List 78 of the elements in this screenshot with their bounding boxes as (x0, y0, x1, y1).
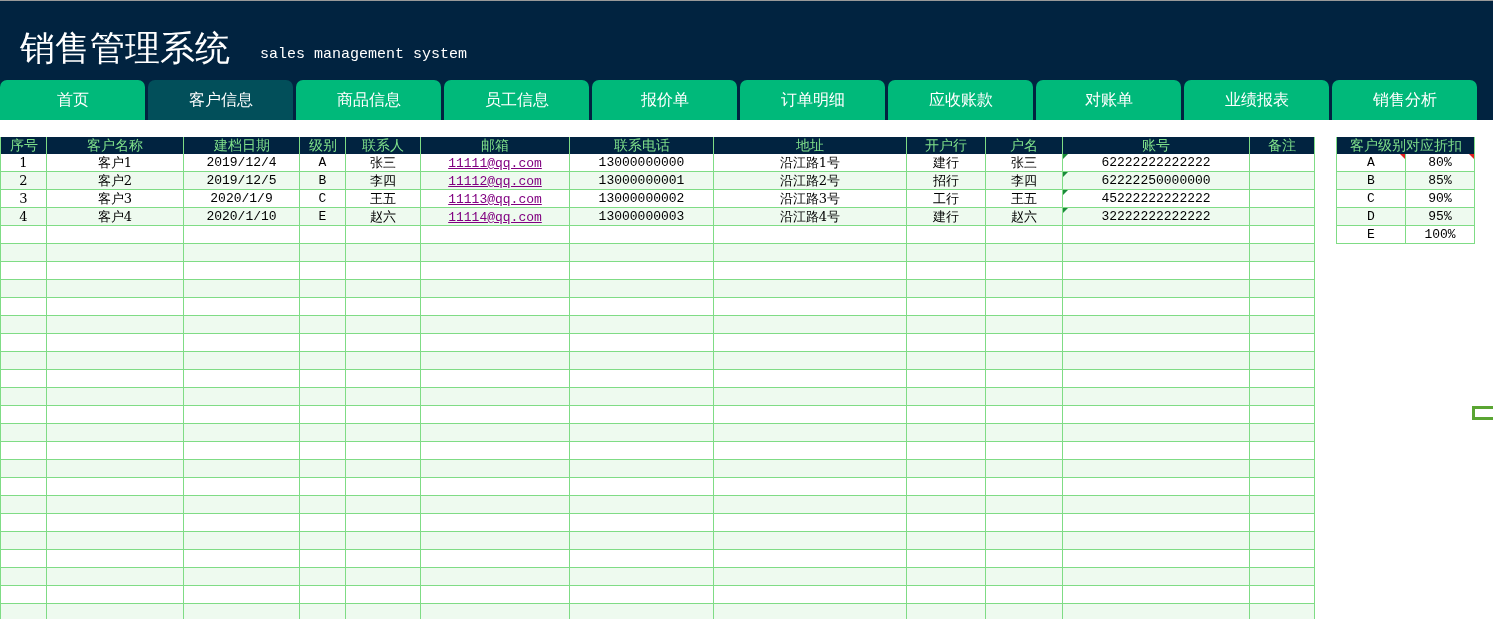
table-cell: 建行 (907, 208, 986, 226)
nav-tab[interactable]: 客户信息 (148, 80, 293, 120)
table-cell (300, 604, 346, 619)
table-cell (1250, 604, 1315, 619)
column-header: 建档日期 (184, 137, 300, 154)
table-cell: B (300, 172, 346, 190)
nav-tab[interactable]: 销售分析 (1332, 80, 1477, 120)
column-header: 联系电话 (570, 137, 714, 154)
column-header: 序号 (1, 137, 47, 154)
table-cell (300, 280, 346, 298)
app-title: 销售管理系统 (20, 31, 230, 66)
table-cell (300, 244, 346, 262)
table-cell: 李四 (346, 172, 421, 190)
table-cell: 13000000001 (570, 172, 714, 190)
table-cell (300, 460, 346, 478)
table-cell: E (300, 208, 346, 226)
table-cell: 95% (1406, 208, 1475, 226)
nav-tab[interactable]: 对账单 (1036, 80, 1181, 120)
table-cell (1250, 352, 1315, 370)
table-cell (1250, 172, 1315, 190)
table-cell: 2020/1/10 (184, 208, 300, 226)
table-cell: 2 (1, 172, 47, 190)
table-cell (300, 316, 346, 334)
column-header: 备注 (1250, 137, 1315, 154)
table-cell (1250, 208, 1315, 226)
nav-tab[interactable]: 首页 (0, 80, 145, 120)
column-header: 客户名称 (47, 137, 184, 154)
table-cell (1250, 496, 1315, 514)
nav-tab[interactable]: 报价单 (592, 80, 737, 120)
table-cell (1250, 244, 1315, 262)
table-cell: D (1337, 208, 1406, 226)
table-cell (300, 496, 346, 514)
table-cell (1250, 532, 1315, 550)
table-cell (1250, 568, 1315, 586)
nav-tab[interactable]: 商品信息 (296, 80, 441, 120)
nav-tab[interactable]: 应收账款 (888, 80, 1033, 120)
table-cell: 客户4 (47, 208, 184, 226)
table-cell: 100% (1406, 226, 1475, 244)
table-cell: 沿江路4号 (714, 208, 907, 226)
table-cell: 招行 (907, 172, 986, 190)
table-cell: 李四 (986, 172, 1063, 190)
table-cell: 客户2 (47, 172, 184, 190)
table-cell (300, 532, 346, 550)
email-link[interactable]: 11111@qq.com (448, 156, 542, 171)
table-cell: 赵六 (986, 208, 1063, 226)
column-header: 账号 (1063, 137, 1250, 154)
column-header: 开户行 (907, 137, 986, 154)
table-cell (1250, 424, 1315, 442)
email-link[interactable]: 11113@qq.com (448, 192, 542, 207)
table-cell: 85% (1406, 172, 1475, 190)
selection-handle[interactable] (1472, 406, 1493, 420)
column-header: 客户级别对应折扣 (1337, 137, 1475, 154)
table-cell: 13000000003 (570, 208, 714, 226)
column-header: 地址 (714, 137, 907, 154)
table-cell: B (1337, 172, 1406, 190)
table-cell: 62222250000000 (1063, 172, 1250, 190)
column-header: 级别 (300, 137, 346, 154)
table-cell (300, 352, 346, 370)
table-cell: 2019/12/5 (184, 172, 300, 190)
nav-tab[interactable]: 订单明细 (740, 80, 885, 120)
column-header: 联系人 (346, 137, 421, 154)
table-cell (1250, 316, 1315, 334)
table-cell (1250, 460, 1315, 478)
nav-tab[interactable]: 业绩报表 (1184, 80, 1329, 120)
table-cell: 4 (1, 208, 47, 226)
table-cell (1250, 388, 1315, 406)
table-cell: 赵六 (346, 208, 421, 226)
app-subtitle: sales management system (260, 46, 468, 65)
table-cell: 沿江路2号 (714, 172, 907, 190)
table-cell (300, 388, 346, 406)
table-cell: E (1337, 226, 1406, 244)
table-cell (300, 424, 346, 442)
column-header: 邮箱 (421, 137, 570, 154)
table-cell: 32222222222222 (1063, 208, 1250, 226)
column-header: 户名 (986, 137, 1063, 154)
table-cell (300, 568, 346, 586)
table-cell (1250, 280, 1315, 298)
nav-tab[interactable]: 员工信息 (444, 80, 589, 120)
